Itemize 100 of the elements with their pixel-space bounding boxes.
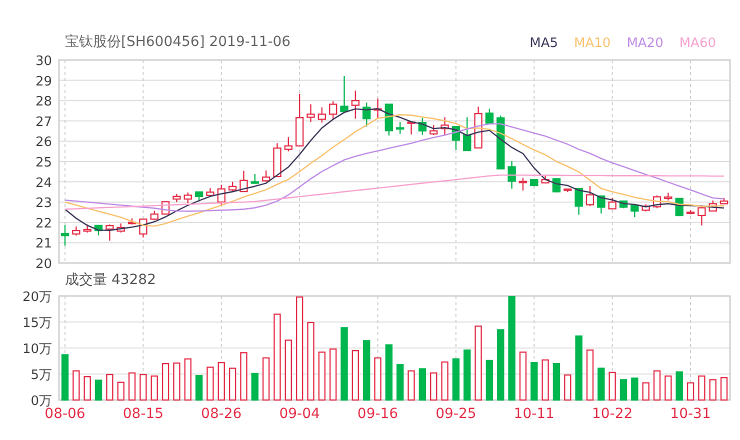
candlestick (273, 143, 282, 178)
candlestick (440, 117, 449, 136)
candlestick (430, 125, 438, 136)
volume-bar (240, 352, 248, 401)
axis-label: 25 (35, 156, 52, 170)
candlestick (318, 107, 326, 123)
volume-bar (519, 352, 527, 401)
candlestick (362, 102, 371, 127)
volume-bar (408, 370, 415, 401)
candlestick (407, 122, 416, 134)
candlestick (564, 188, 572, 192)
volume-bar (318, 352, 326, 401)
candlestick (496, 116, 505, 170)
volume-bar (586, 349, 594, 401)
volume-bar (418, 368, 426, 401)
axis-label: 26 (35, 135, 52, 150)
volume-bar (530, 362, 538, 401)
volume-bar (664, 375, 672, 401)
candlestick (83, 224, 92, 233)
axis-label: 09-25 (436, 406, 476, 422)
candlestick (586, 186, 594, 206)
axis-label: 23 (35, 196, 52, 212)
axis-label: 0万 (30, 394, 52, 409)
candlestick (128, 218, 136, 224)
axis-label: 09-16 (357, 406, 398, 422)
candlestick (228, 182, 237, 192)
volume-bar (61, 354, 69, 401)
volume-bar (720, 377, 728, 401)
candlestick (262, 170, 270, 182)
axis-label: 22 (35, 216, 52, 232)
volume-bar (686, 382, 694, 401)
volume-bar (452, 358, 460, 401)
volume-bar (497, 329, 504, 401)
volume-bar (94, 380, 102, 401)
volume-bar (608, 372, 616, 401)
volume-bar (72, 370, 80, 401)
candlestick (418, 118, 427, 135)
volume-bar (218, 362, 225, 401)
candlestick (72, 226, 80, 236)
axis-label: 10-31 (670, 406, 711, 422)
candlestick (206, 188, 214, 196)
candlestick (608, 198, 616, 210)
volume-bar (620, 379, 628, 401)
candlestick (574, 188, 583, 215)
volume-bar (284, 340, 292, 401)
volume-bar (441, 361, 448, 401)
axis-label: 09-04 (279, 406, 320, 422)
axis-label: 28 (35, 94, 52, 110)
axis-label: 08-26 (201, 406, 242, 422)
volume-bar (329, 348, 337, 401)
volume-bar (709, 379, 716, 401)
candlestick (530, 178, 538, 186)
axis-label: 20 (35, 257, 52, 270)
axis-label: 29 (35, 74, 52, 90)
candlestick (720, 198, 728, 204)
volume-bar (552, 363, 560, 401)
volume-bar (362, 340, 370, 401)
volume-bar (676, 371, 683, 401)
candlestick (150, 210, 158, 220)
axis-label: 30 (35, 55, 52, 69)
volume-bar (150, 375, 158, 401)
candlestick (518, 178, 528, 191)
candlestick (328, 101, 338, 120)
candlestick (686, 210, 695, 214)
candlestick (642, 204, 650, 212)
volume-bar (162, 363, 170, 401)
candlestick (60, 225, 70, 246)
candlestick (384, 104, 394, 136)
candlestick (630, 204, 639, 218)
legend-label: MA20 (626, 34, 664, 52)
candlestick (306, 104, 315, 122)
volume-bar (84, 376, 91, 401)
legend-label: MA5 (530, 34, 558, 52)
volume-bar (564, 374, 572, 401)
volume-bar (698, 375, 706, 401)
candlestick (194, 191, 204, 202)
candlestick (250, 174, 259, 184)
volume-title: 成交量 43282 (65, 270, 156, 290)
legend-label: MA60 (679, 34, 716, 52)
candlestick (374, 98, 382, 119)
candlestick (597, 195, 606, 214)
volume-bar (228, 368, 236, 401)
candlestick (396, 122, 404, 134)
candlestick (664, 192, 672, 200)
volume-bar (195, 374, 203, 401)
volume-bar (173, 362, 180, 401)
candlestick (508, 161, 516, 189)
candlestick (284, 137, 292, 152)
volume-bar (128, 372, 136, 401)
legend-label: MA10 (574, 34, 611, 52)
candlestick (552, 178, 561, 192)
volume-bar (206, 366, 214, 401)
candlestick (463, 117, 472, 152)
axis-label: 08-06 (44, 406, 86, 422)
volume-bar (262, 357, 270, 401)
candlestick (295, 94, 304, 146)
candlestick (698, 206, 706, 226)
volume-bar (117, 382, 124, 401)
volume-bar (251, 372, 258, 401)
axis-label: 24 (35, 176, 52, 191)
